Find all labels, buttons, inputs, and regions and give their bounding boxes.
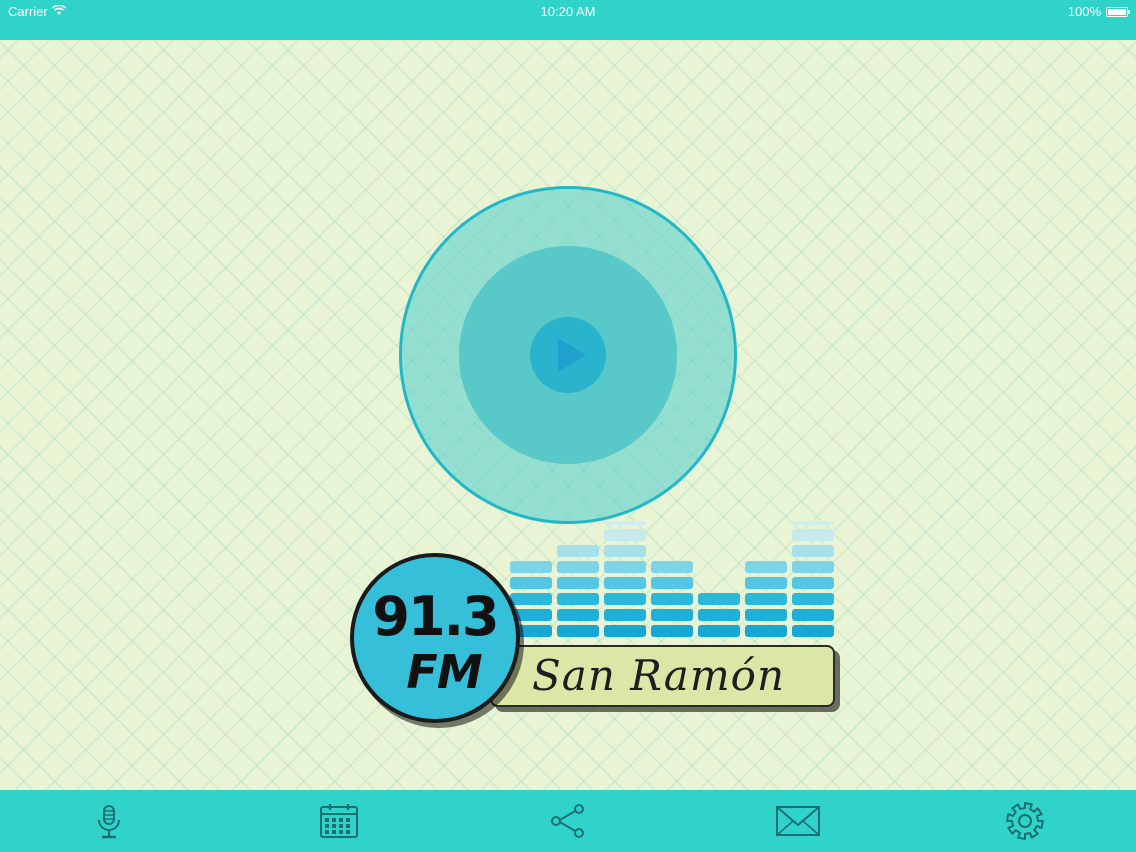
battery-icon <box>1106 6 1130 17</box>
equalizer-segment <box>651 609 693 621</box>
equalizer-segment <box>792 561 834 573</box>
tab-bar <box>0 790 1136 852</box>
tab-settings-button[interactable] <box>1003 799 1047 843</box>
equalizer-segment <box>651 577 693 589</box>
equalizer-segment <box>557 577 599 589</box>
play-button-core <box>530 317 606 393</box>
battery-fill <box>1108 8 1126 15</box>
status-right: 100% <box>1067 4 1130 19</box>
equalizer-peak <box>792 521 834 525</box>
mail-icon <box>776 806 820 836</box>
tab-live-button[interactable] <box>87 799 131 843</box>
tab-contact-button[interactable] <box>776 799 820 843</box>
station-name: San Ramón <box>532 651 786 700</box>
equalizer-segment <box>510 577 552 589</box>
equalizer-segment <box>792 545 834 557</box>
equalizer-segment <box>557 609 599 621</box>
equalizer-segment <box>604 577 646 589</box>
equalizer-segment <box>604 561 646 573</box>
gear-icon <box>1006 802 1044 840</box>
equalizer-segment <box>510 561 552 573</box>
play-icon <box>558 338 586 372</box>
equalizer-peak <box>604 521 646 525</box>
equalizer-segment <box>604 625 646 637</box>
equalizer-segment <box>792 529 834 541</box>
tab-share-button[interactable] <box>546 799 590 843</box>
battery-percent: 100% <box>1067 4 1101 19</box>
equalizer-segment <box>651 561 693 573</box>
equalizer-segment <box>745 625 787 637</box>
band-text: FM <box>406 645 482 699</box>
equalizer-segment <box>557 561 599 573</box>
equalizer-segment <box>792 625 834 637</box>
play-button-middle-ring <box>459 246 677 464</box>
equalizer-segment <box>510 593 552 605</box>
equalizer-segment <box>698 593 740 605</box>
equalizer-segment <box>651 625 693 637</box>
equalizer-segment <box>745 593 787 605</box>
calendar-icon <box>320 804 358 838</box>
microphone-icon <box>98 805 120 839</box>
status-time: 10:20 AM <box>540 4 596 19</box>
equalizer-segment <box>698 609 740 621</box>
equalizer-segment <box>792 577 834 589</box>
tab-schedule-button[interactable] <box>317 799 361 843</box>
equalizer-segment <box>557 545 599 557</box>
frequency-badge: 91.3 FM <box>350 553 520 723</box>
play-button[interactable] <box>399 186 737 524</box>
equalizer-segment <box>698 625 740 637</box>
radio-app-screen: Carrier 10:20 AM 100% San Ramón 91.3 FM <box>0 0 1136 852</box>
frequency-text: 91.3 <box>372 585 499 648</box>
share-icon <box>551 804 584 838</box>
equalizer-segment <box>792 593 834 605</box>
station-logo: San Ramón 91.3 FM <box>345 521 845 730</box>
station-name-banner: San Ramón <box>490 645 835 707</box>
status-bar: Carrier 10:20 AM 100% <box>0 0 1136 40</box>
equalizer-segment <box>557 625 599 637</box>
equalizer-segment <box>745 577 787 589</box>
equalizer-segment <box>604 609 646 621</box>
equalizer-segment <box>557 593 599 605</box>
equalizer-segment <box>604 529 646 541</box>
equalizer-segment <box>745 561 787 573</box>
equalizer-segment <box>604 593 646 605</box>
equalizer-segment <box>792 609 834 621</box>
equalizer-segment <box>745 609 787 621</box>
equalizer-segment <box>651 593 693 605</box>
equalizer-segment <box>604 545 646 557</box>
equalizer-graphic <box>510 521 840 640</box>
